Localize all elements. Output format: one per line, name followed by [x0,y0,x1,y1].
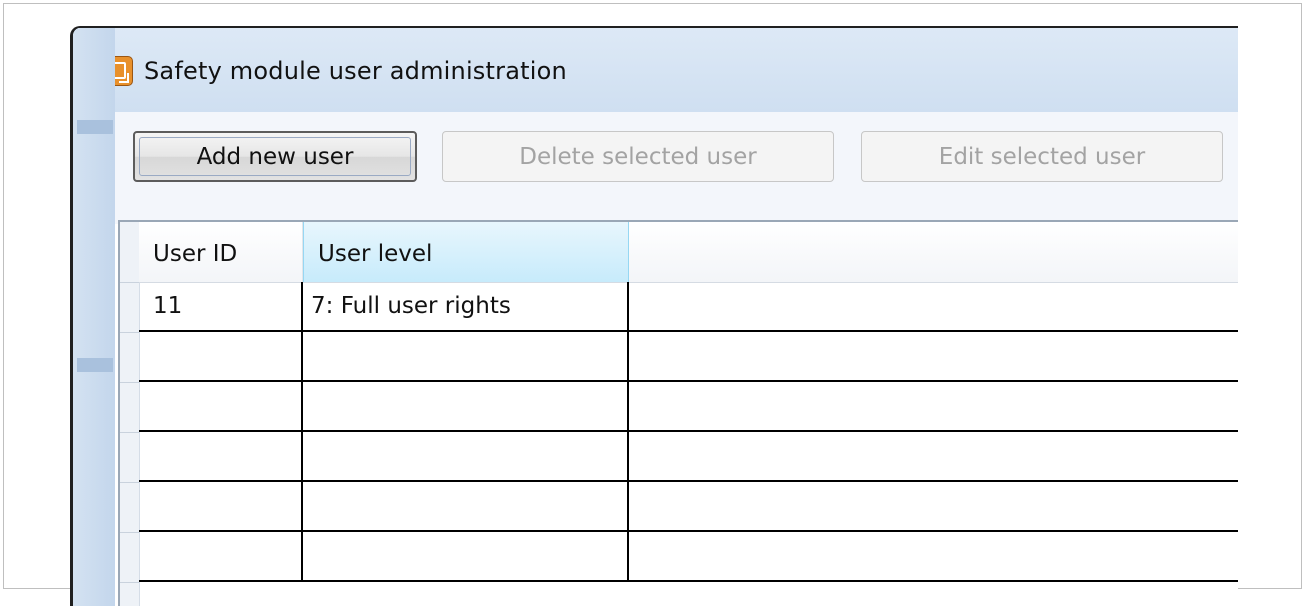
add-new-user-label: Add new user [196,143,354,170]
window-titlebar[interactable]: Safety module user administration [73,28,1238,112]
delete-selected-user-label: Delete selected user [519,143,757,170]
cell-user-id[interactable] [139,432,303,480]
table-row[interactable] [139,482,1238,532]
table-header-row: User ID User level [139,222,1238,283]
user-admin-window: Safety module user administration Add ne… [70,26,1238,606]
cell-user-id[interactable] [139,482,303,530]
window-frame-left [73,28,115,606]
cell-user-level[interactable] [303,532,629,580]
table-row[interactable] [139,532,1238,582]
delete-selected-user-button[interactable]: Delete selected user [442,131,834,182]
cell-user-id[interactable]: 11 [139,282,303,330]
column-header-user-id[interactable]: User ID [139,222,303,282]
add-new-user-button[interactable]: Add new user [133,131,417,182]
cell-user-level[interactable] [303,382,629,430]
cell-user-level[interactable]: 7: Full user rights [303,282,629,330]
cell-user-id[interactable] [139,332,303,380]
cell-user-level[interactable] [303,482,629,530]
cell-user-level[interactable] [303,432,629,480]
window-content: Add new user Delete selected user Edit s… [115,112,1238,606]
user-table[interactable]: User ID User level 11 7: Full user right… [118,220,1238,606]
row-header-column[interactable] [120,222,140,606]
table-row[interactable]: 11 7: Full user rights [139,282,1238,332]
toolbar: Add new user Delete selected user Edit s… [115,112,1238,224]
edit-selected-user-label: Edit selected user [938,143,1146,170]
table-row[interactable] [139,382,1238,432]
edit-selected-user-button[interactable]: Edit selected user [861,131,1223,182]
table-row[interactable] [139,332,1238,382]
column-header-user-level[interactable]: User level [303,222,629,282]
window-title: Safety module user administration [144,57,567,85]
cell-user-id[interactable] [139,532,303,580]
cell-user-level[interactable] [303,332,629,380]
cell-user-id[interactable] [139,382,303,430]
table-row[interactable] [139,432,1238,482]
